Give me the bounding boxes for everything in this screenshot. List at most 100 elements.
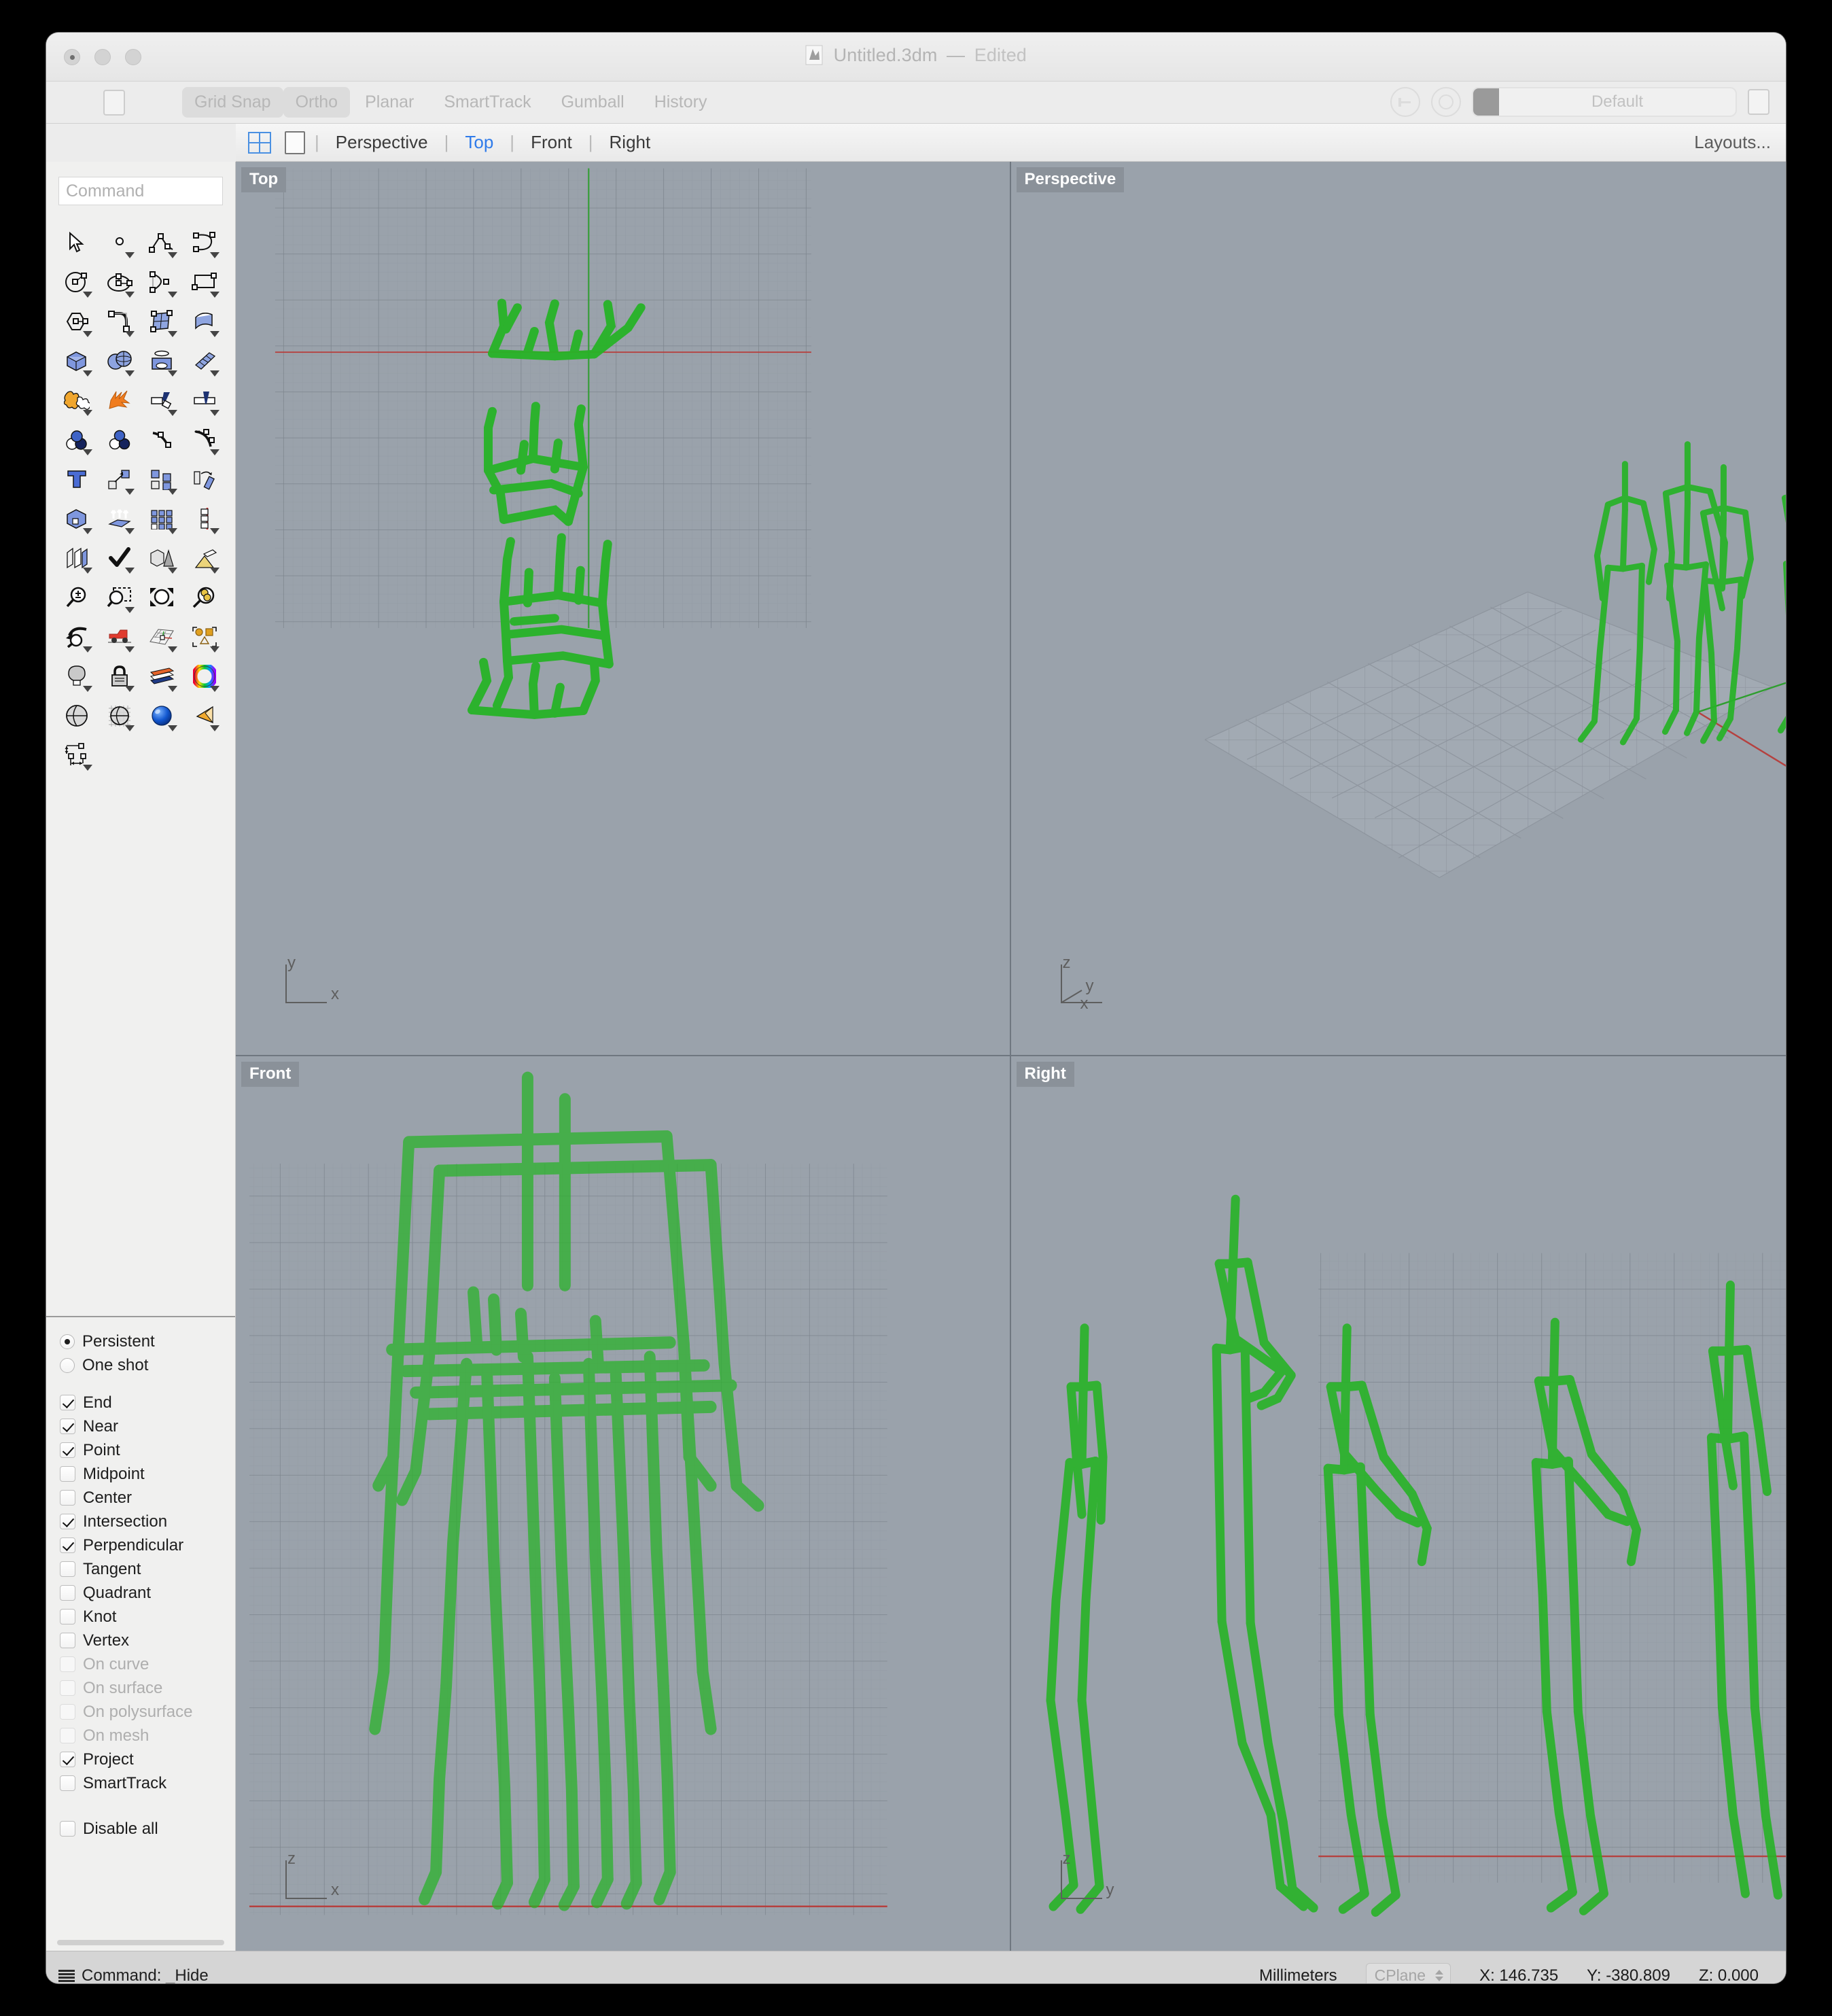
toggle-planar[interactable]: Planar — [350, 87, 429, 118]
zoom-extents-icon[interactable] — [141, 578, 183, 617]
explode-icon[interactable] — [99, 381, 141, 420]
check-icon[interactable] — [99, 538, 141, 578]
osnap-knot[interactable]: Knot — [60, 1605, 235, 1629]
checkbox-intersection[interactable] — [60, 1514, 75, 1529]
checkbox-smarttrack[interactable] — [60, 1775, 75, 1791]
select-arrow-icon[interactable] — [56, 223, 99, 262]
mirror-icon[interactable] — [183, 499, 226, 538]
sidebar-scrollbar[interactable] — [57, 1940, 224, 1945]
current-layer-selector[interactable]: Default — [1472, 87, 1737, 117]
hamburger-icon[interactable] — [58, 1970, 75, 1982]
dimension-icon[interactable] — [56, 735, 99, 775]
curve-edit-icon[interactable] — [141, 420, 183, 459]
layouts-button[interactable]: Layouts... — [1694, 132, 1771, 153]
osnap-end[interactable]: End — [60, 1391, 235, 1414]
surface-from-curves-icon[interactable] — [141, 302, 183, 341]
viewport-title-front[interactable]: Front — [241, 1062, 299, 1087]
rectangle-icon[interactable] — [183, 262, 226, 302]
osnap-mode-persistent[interactable]: Persistent — [60, 1329, 235, 1353]
layer-color-swatch[interactable] — [1473, 88, 1499, 116]
polyline-icon[interactable] — [141, 223, 183, 262]
zoom-icon[interactable] — [56, 578, 99, 617]
osnap-near[interactable]: Near — [60, 1414, 235, 1438]
viewport-top[interactable]: Top — [236, 162, 1011, 1056]
shaded-view-icon[interactable] — [56, 696, 99, 735]
toggle-grid-snap[interactable]: Grid Snap — [182, 87, 283, 118]
checkbox-midpoint[interactable] — [60, 1466, 75, 1482]
osnap-quadrant[interactable]: Quadrant — [60, 1581, 235, 1605]
toggle-smarttrack[interactable]: SmartTrack — [429, 87, 546, 118]
cylinder-icon[interactable] — [141, 341, 183, 381]
fillet-curve-icon[interactable] — [99, 302, 141, 341]
viewport-front[interactable]: Front — [236, 1056, 1011, 1951]
tab-front[interactable]: Front — [524, 131, 579, 154]
chevron-updown-icon[interactable] — [1435, 1970, 1443, 1981]
layer-lock-icon[interactable] — [1390, 87, 1420, 117]
single-view-layout-icon[interactable] — [285, 131, 305, 154]
surface-patch-icon[interactable] — [183, 341, 226, 381]
zoom-window-icon[interactable] — [99, 578, 141, 617]
lock-icon[interactable] — [99, 657, 141, 696]
radio-persistent[interactable] — [60, 1334, 75, 1349]
mesh-tools-icon[interactable] — [183, 538, 226, 578]
point-icon[interactable] — [99, 223, 141, 262]
cap-icon[interactable] — [56, 499, 99, 538]
checkbox-near[interactable] — [60, 1419, 75, 1434]
checkbox-vertex[interactable] — [60, 1633, 75, 1648]
toggle-gumball[interactable]: Gumball — [546, 87, 639, 118]
four-view-layout-icon[interactable] — [248, 132, 271, 154]
command-input[interactable]: Command — [58, 177, 223, 205]
osnap-project[interactable]: Project — [60, 1748, 235, 1771]
osnap-mode-one-shot[interactable]: One shot — [60, 1353, 235, 1377]
toggle-ortho[interactable]: Ortho — [283, 87, 351, 118]
osnap-perpendicular[interactable]: Perpendicular — [60, 1533, 235, 1557]
zoom-selected-icon[interactable] — [183, 578, 226, 617]
rotate-icon[interactable] — [183, 459, 226, 499]
rendered-view-icon[interactable] — [141, 696, 183, 735]
osnap-disable-all[interactable]: Disable all — [60, 1817, 235, 1841]
trim-icon[interactable] — [141, 381, 183, 420]
extrude-surface-icon[interactable] — [183, 302, 226, 341]
offset-icon[interactable] — [56, 538, 99, 578]
split-icon[interactable] — [183, 381, 226, 420]
osnap-vertex[interactable]: Vertex — [60, 1629, 235, 1652]
layers-icon[interactable] — [141, 657, 183, 696]
panel-right-toggle-icon[interactable] — [1748, 89, 1769, 115]
rebuild-curve-icon[interactable] — [183, 420, 226, 459]
zoom-previous-icon[interactable] — [56, 617, 99, 657]
text-icon[interactable] — [56, 459, 99, 499]
osnap-center[interactable]: Center — [60, 1486, 235, 1510]
checkbox-disable-all[interactable] — [60, 1821, 75, 1837]
checkbox-quadrant[interactable] — [60, 1585, 75, 1601]
move-icon[interactable] — [99, 459, 141, 499]
command-status[interactable]: Command: _Hide — [58, 1966, 209, 1984]
osnap-intersection[interactable]: Intersection — [60, 1510, 235, 1533]
osnap-point[interactable]: Point — [60, 1438, 235, 1462]
light-icon[interactable] — [56, 657, 99, 696]
viewport-title-right[interactable]: Right — [1017, 1062, 1074, 1087]
polygon-icon[interactable] — [56, 302, 99, 341]
viewport-title-top[interactable]: Top — [241, 167, 286, 192]
color-wheel-icon[interactable] — [183, 657, 226, 696]
arc-curve-icon[interactable] — [183, 223, 226, 262]
checkbox-project[interactable] — [60, 1752, 75, 1767]
checkbox-perpendicular[interactable] — [60, 1537, 75, 1553]
tab-perspective[interactable]: Perspective — [329, 131, 435, 154]
osnap-smarttrack[interactable]: SmartTrack — [60, 1771, 235, 1795]
cplane-selector[interactable]: CPlane — [1366, 1963, 1451, 1984]
boolean-union-icon[interactable] — [56, 381, 99, 420]
box-icon[interactable] — [56, 341, 99, 381]
grouping-icon[interactable] — [183, 617, 226, 657]
tab-top[interactable]: Top — [458, 131, 500, 154]
cplane-icon[interactable] — [141, 617, 183, 657]
toggle-history[interactable]: History — [639, 87, 722, 118]
viewport-perspective[interactable]: Perspective — [1011, 162, 1786, 1056]
arc-icon[interactable] — [141, 262, 183, 302]
checkbox-tangent[interactable] — [60, 1561, 75, 1577]
ellipse-icon[interactable] — [99, 262, 141, 302]
viewport-right[interactable]: Right — [1011, 1056, 1786, 1951]
ghosted-view-icon[interactable] — [99, 696, 141, 735]
osnap-midpoint[interactable]: Midpoint — [60, 1462, 235, 1486]
extrude-icon[interactable] — [99, 499, 141, 538]
radio-one-shot[interactable] — [60, 1358, 75, 1373]
